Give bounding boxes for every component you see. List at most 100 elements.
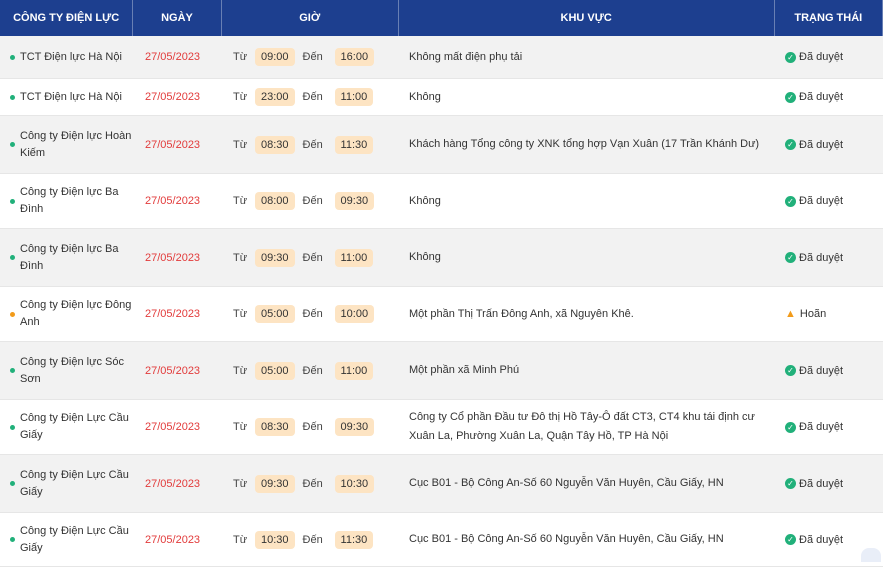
company-name: TCT Điện lực Hà Nội: [8, 89, 122, 106]
area-cell: Không: [398, 79, 775, 115]
time-cell: Từ09:00Đến16:00: [221, 36, 398, 78]
start-time-badge: 09:00: [255, 48, 295, 66]
start-time-badge: 08:00: [255, 192, 295, 210]
company-cell: Công ty Điện lực Ba Đình: [0, 174, 133, 228]
header-area[interactable]: KHU VỰC: [399, 0, 775, 36]
from-label: Từ: [233, 534, 255, 546]
from-label: Từ: [233, 252, 255, 264]
to-label: Đến: [303, 308, 335, 320]
end-time-badge: 10:00: [335, 305, 375, 323]
area-cell: Cục B01 - Bộ Công An-Số 60 Nguyễn Văn Hu…: [398, 513, 775, 566]
company-name: Công ty Điện lực Ba Đình: [8, 241, 133, 275]
header-status[interactable]: TRẠNG THÁI: [775, 0, 883, 36]
table-row[interactable]: Công ty Điện lực Ba Đình27/05/2023Từ09:3…: [0, 229, 883, 287]
date-cell: 27/05/2023: [133, 79, 221, 115]
warning-icon: ▲: [785, 308, 796, 320]
check-circle-icon: ✓: [785, 196, 796, 207]
time-cell: Từ09:30Đến11:00: [221, 229, 398, 286]
status-cell: ✓Đã duyệt: [775, 400, 883, 454]
check-circle-icon: ✓: [785, 252, 796, 263]
start-time-badge: 08:30: [255, 136, 295, 154]
status-cell: ✓Đã duyệt: [775, 229, 883, 286]
date-cell: 27/05/2023: [133, 116, 221, 173]
from-label: Từ: [233, 91, 255, 103]
check-circle-icon: ✓: [785, 92, 796, 103]
status-cell: ✓Đã duyệt: [775, 342, 883, 399]
table-row[interactable]: TCT Điện lực Hà Nội27/05/2023Từ23:00Đến1…: [0, 79, 883, 116]
status-cell: ✓Đã duyệt: [775, 116, 883, 173]
table-row[interactable]: Công ty Điện Lực Cầu Giấy27/05/2023Từ10:…: [0, 513, 883, 567]
table-row[interactable]: Công ty Điện Lực Cầu Giấy27/05/2023Từ09:…: [0, 455, 883, 513]
company-cell: Công ty Điện Lực Cầu Giấy: [0, 455, 133, 512]
start-time-badge: 09:30: [255, 249, 295, 267]
company-cell: Công ty Điện lực Sóc Sơn: [0, 342, 133, 399]
company-name: Công ty Điện lực Ba Đình: [8, 184, 133, 218]
time-cell: Từ10:30Đến11:30: [221, 513, 398, 566]
check-circle-icon: ✓: [785, 422, 796, 433]
end-time-badge: 16:00: [335, 48, 375, 66]
company-name: Công ty Điện lực Hoàn Kiếm: [8, 128, 133, 162]
status-cell: ✓Đã duyệt: [775, 79, 883, 115]
status-dot-icon: [10, 537, 15, 542]
table-body: TCT Điện lực Hà Nội27/05/2023Từ09:00Đến1…: [0, 36, 883, 567]
table-row[interactable]: Công ty Điện lực Ba Đình27/05/2023Từ08:0…: [0, 174, 883, 229]
status-cell: ✓Đã duyệt: [775, 36, 883, 78]
company-name: Công ty Điện Lực Cầu Giấy: [8, 467, 133, 501]
status-dot-icon: [10, 425, 15, 430]
date-cell: 27/05/2023: [133, 229, 221, 286]
scroll-to-top-button[interactable]: [861, 548, 881, 562]
check-circle-icon: ✓: [785, 534, 796, 545]
table-row[interactable]: Công ty Điện Lực Cầu Giấy27/05/2023Từ08:…: [0, 400, 883, 455]
status-dot-icon: [10, 312, 15, 317]
from-label: Từ: [233, 478, 255, 490]
table-row[interactable]: Công ty Điện lực Hoàn Kiếm27/05/2023Từ08…: [0, 116, 883, 174]
start-time-badge: 05:00: [255, 305, 295, 323]
table-row[interactable]: Công ty Điện lực Đông Anh27/05/2023Từ05:…: [0, 287, 883, 342]
to-label: Đến: [303, 195, 335, 207]
check-circle-icon: ✓: [785, 139, 796, 150]
area-cell: Cục B01 - Bộ Công An-Số 60 Nguyễn Văn Hu…: [398, 455, 775, 512]
from-label: Từ: [233, 51, 255, 63]
end-time-badge: 11:00: [335, 249, 374, 267]
status-label: Hoãn: [800, 308, 826, 320]
from-label: Từ: [233, 365, 255, 377]
area-cell: Không mất điện phụ tải: [398, 36, 775, 78]
status-dot-icon: [10, 199, 15, 204]
company-cell: Công ty Điện lực Đông Anh: [0, 287, 133, 341]
to-label: Đến: [303, 478, 335, 490]
start-time-badge: 09:30: [255, 475, 295, 493]
time-cell: Từ05:00Đến10:00: [221, 287, 398, 341]
check-circle-icon: ✓: [785, 478, 796, 489]
date-cell: 27/05/2023: [133, 342, 221, 399]
company-cell: TCT Điện lực Hà Nội: [0, 79, 133, 115]
status-dot-icon: [10, 368, 15, 373]
company-cell: Công ty Điện lực Ba Đình: [0, 229, 133, 286]
status-cell: ✓Đã duyệt: [775, 174, 883, 228]
area-cell: Không: [398, 229, 775, 286]
status-label: Đã duyệt: [799, 195, 843, 207]
end-time-badge: 11:30: [335, 136, 374, 154]
end-time-badge: 09:30: [335, 192, 375, 210]
status-label: Đã duyệt: [799, 421, 843, 433]
end-time-badge: 11:00: [335, 362, 374, 380]
to-label: Đến: [303, 91, 335, 103]
to-label: Đến: [303, 365, 335, 377]
company-cell: Công ty Điện Lực Cầu Giấy: [0, 513, 133, 566]
company-cell: Công ty Điện lực Hoàn Kiếm: [0, 116, 133, 173]
header-time[interactable]: GIỜ: [222, 0, 399, 36]
to-label: Đến: [303, 534, 335, 546]
status-cell: ▲ Hoãn: [775, 287, 883, 341]
time-cell: Từ08:30Đến11:30: [221, 116, 398, 173]
start-time-badge: 23:00: [255, 88, 295, 106]
table-header: CÔNG TY ĐIỆN LỰC NGÀY GIỜ KHU VỰC TRẠNG …: [0, 0, 883, 36]
header-company[interactable]: CÔNG TY ĐIỆN LỰC: [0, 0, 133, 36]
table-row[interactable]: Công ty Điện lực Sóc Sơn27/05/2023Từ05:0…: [0, 342, 883, 400]
company-name: Công ty Điện lực Sóc Sơn: [8, 354, 133, 388]
status-dot-icon: [10, 481, 15, 486]
company-name: Công ty Điện lực Đông Anh: [8, 297, 133, 331]
table-row[interactable]: TCT Điện lực Hà Nội27/05/2023Từ09:00Đến1…: [0, 36, 883, 79]
company-cell: Công ty Điện Lực Cầu Giấy: [0, 400, 133, 454]
status-cell: ✓Đã duyệt: [775, 455, 883, 512]
header-date[interactable]: NGÀY: [133, 0, 222, 36]
status-label: Đã duyệt: [799, 478, 843, 490]
